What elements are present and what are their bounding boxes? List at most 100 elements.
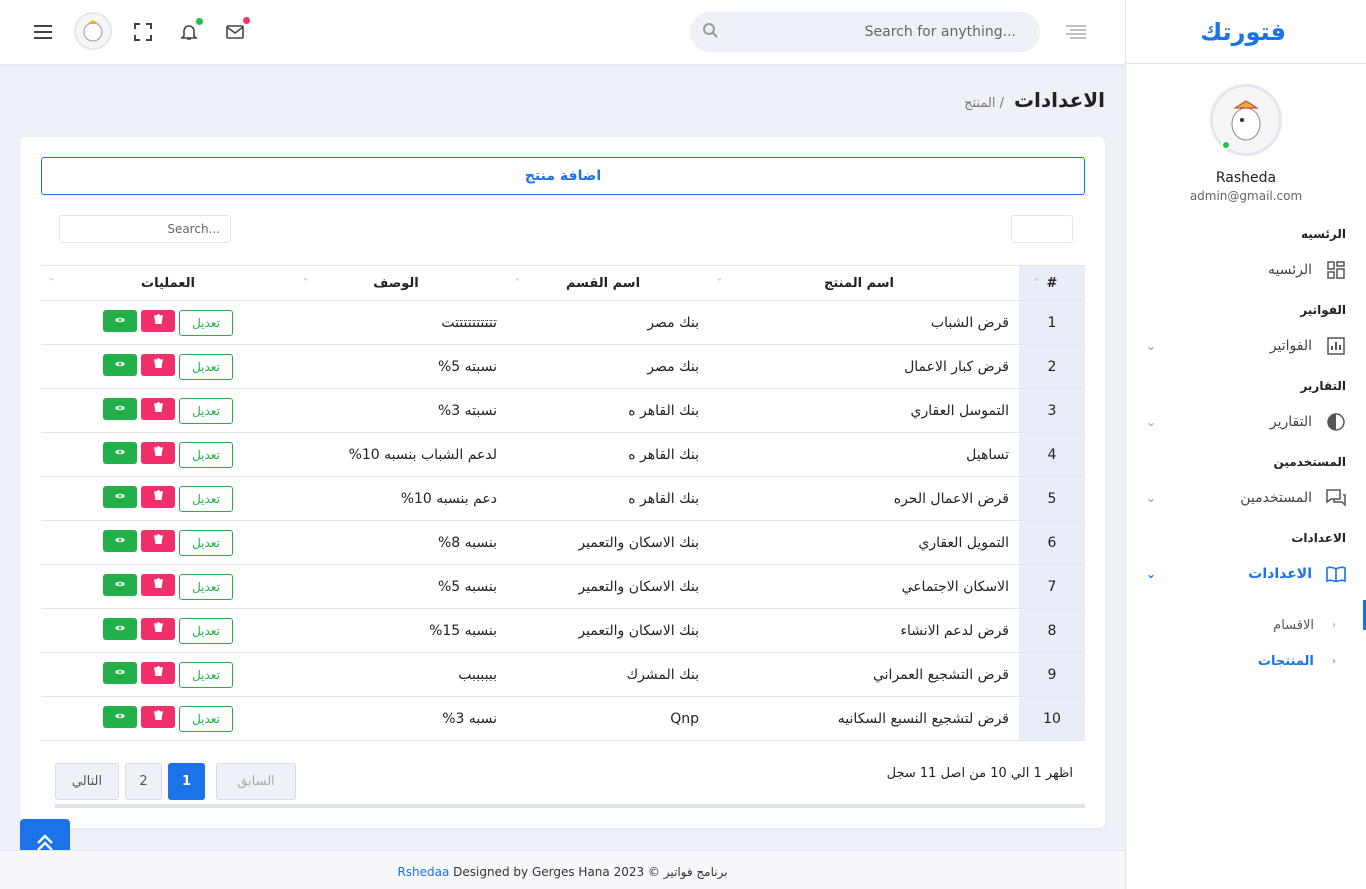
operations-cell: تعديل xyxy=(41,388,295,433)
delete-button[interactable] xyxy=(141,617,175,640)
edit-button[interactable]: تعديل xyxy=(179,353,233,380)
description-cell: بنسبه 5% xyxy=(295,564,507,609)
edit-button[interactable]: تعديل xyxy=(179,573,233,600)
table-row: 8 قرض لدعم الانشاء بنك الاسكان والتعمير بنس… xyxy=(41,608,1085,653)
profile-avatar[interactable] xyxy=(1210,84,1282,156)
trash-icon xyxy=(153,314,163,327)
row-actions: تعديل xyxy=(103,353,233,380)
view-button[interactable] xyxy=(103,661,137,684)
brand[interactable]: فتورتك xyxy=(1126,0,1366,64)
description-cell: نسبته 3% xyxy=(295,388,507,433)
table-row: 4 تساهيل بنك القاهر ه لدعم الشباب بنسبه 10%… xyxy=(41,432,1085,477)
fullscreen-icon[interactable] xyxy=(131,20,155,44)
edit-button[interactable]: تعديل xyxy=(179,309,233,336)
view-button[interactable] xyxy=(103,485,137,508)
menu-icon[interactable] xyxy=(31,20,55,44)
products-table: # ˄ اسم المنتج ˅ اسم القسم ˅ الوصف ˅ العمليا… xyxy=(41,265,1085,741)
bell-icon[interactable] xyxy=(177,18,203,44)
sidebar-item-invoices[interactable]: الفواتير ⌄ xyxy=(1146,329,1346,363)
delete-button[interactable] xyxy=(141,705,175,728)
next-page-button[interactable]: التالي xyxy=(55,763,119,800)
delete-button[interactable] xyxy=(141,485,175,508)
delete-button[interactable] xyxy=(141,309,175,332)
delete-button[interactable] xyxy=(141,397,175,420)
description-cell: دعم بنسبه 10% xyxy=(295,476,507,521)
sidebar-subitem-products[interactable]: ‹ المنتجات xyxy=(1146,643,1346,679)
mail-icon[interactable] xyxy=(223,17,250,44)
view-button[interactable] xyxy=(103,441,137,464)
column-header-description[interactable]: الوصف ˅ xyxy=(295,265,507,301)
row-actions: تعديل xyxy=(103,485,233,512)
sidebar-item-home[interactable]: الرئسيه xyxy=(1146,253,1346,287)
delete-button[interactable] xyxy=(141,661,175,684)
footer-brand-link[interactable]: Rshedaa xyxy=(397,865,449,879)
sidebar-item-label: المستخدمين xyxy=(1240,490,1312,506)
bar-chart-icon xyxy=(1326,336,1346,356)
delete-button[interactable] xyxy=(141,573,175,596)
prev-page-button[interactable]: السابق xyxy=(216,763,296,800)
trash-icon xyxy=(153,666,163,679)
delete-button[interactable] xyxy=(141,529,175,552)
column-header-name[interactable]: اسم المنتج ˅ xyxy=(709,265,1019,301)
view-button[interactable] xyxy=(103,705,137,728)
row-actions: تعديل xyxy=(103,661,233,688)
description-cell: بنسبه 8% xyxy=(295,520,507,565)
column-header-number[interactable]: # ˄ xyxy=(1019,265,1085,301)
edit-button[interactable]: تعديل xyxy=(179,617,233,644)
column-header-category[interactable]: اسم القسم ˅ xyxy=(507,265,709,301)
sidebar-subitem-categories[interactable]: ‹ الاقسام xyxy=(1146,607,1346,643)
nav-head-reports: التقارير xyxy=(1300,379,1346,393)
product-name-cell: قرض التشجيع العمراني xyxy=(709,652,1019,697)
sidebar-item-settings[interactable]: الاعدادات ⌄ xyxy=(1146,557,1346,591)
horizontal-scrollbar[interactable] xyxy=(55,804,1085,808)
search-input[interactable] xyxy=(718,24,1016,40)
sort-up-icon: ˄ xyxy=(1034,278,1039,289)
row-number: 4 xyxy=(1019,432,1085,477)
sidebar-item-reports[interactable]: التقارير ⌄ xyxy=(1146,405,1346,439)
column-label: العمليات xyxy=(141,275,195,291)
edit-button[interactable]: تعديل xyxy=(179,441,233,468)
table-row: 7 الاسكان الاجتماعي بنك الاسكان والتعمير بن… xyxy=(41,564,1085,609)
category-name-cell: بنك الاسكان والتعمير xyxy=(507,520,709,565)
table-search-input[interactable] xyxy=(59,215,231,243)
trash-icon xyxy=(153,490,163,503)
align-icon[interactable] xyxy=(1064,20,1088,44)
page-1-button[interactable]: 1 xyxy=(168,763,205,800)
view-button[interactable] xyxy=(103,617,137,640)
search-icon xyxy=(702,22,718,42)
pie-chart-icon xyxy=(1326,412,1346,432)
eye-icon xyxy=(114,447,126,459)
chevron-down-icon: ⌄ xyxy=(1146,339,1157,353)
edit-button[interactable]: تعديل xyxy=(179,529,233,556)
dashboard-icon xyxy=(1326,260,1346,280)
add-product-button[interactable]: اضافة منتج xyxy=(41,157,1085,195)
view-button[interactable] xyxy=(103,353,137,376)
sidebar-item-users[interactable]: المستخدمين ⌄ xyxy=(1146,481,1346,515)
chat-icon xyxy=(1326,488,1346,508)
chevron-right-icon: ‹ xyxy=(1331,655,1336,667)
delete-button[interactable] xyxy=(141,441,175,464)
delete-button[interactable] xyxy=(141,353,175,376)
view-button[interactable] xyxy=(103,397,137,420)
chevron-down-icon: ⌄ xyxy=(1146,567,1157,581)
user-avatar[interactable] xyxy=(74,12,112,50)
column-header-operations[interactable]: العمليات ˅ xyxy=(41,265,295,301)
view-button[interactable] xyxy=(103,573,137,596)
edit-button[interactable]: تعديل xyxy=(179,485,233,512)
breadcrumb-sub[interactable]: / المنتج xyxy=(964,96,1004,111)
edit-button[interactable]: تعديل xyxy=(179,705,233,732)
row-actions: تعديل xyxy=(103,309,233,336)
view-button[interactable] xyxy=(103,309,137,332)
global-search xyxy=(690,12,1040,52)
page-title: الاعدادات xyxy=(1013,88,1105,112)
edit-button[interactable]: تعديل xyxy=(179,397,233,424)
page-length-select[interactable] xyxy=(1011,215,1073,243)
trash-icon xyxy=(153,358,163,371)
category-name-cell: بنك القاهر ه xyxy=(507,388,709,433)
sidebar-nav: الرئسيه الرئسيه الفواتير الفواتير ⌄ التق… xyxy=(1126,203,1366,679)
trash-icon xyxy=(153,402,163,415)
edit-button[interactable]: تعديل xyxy=(179,661,233,688)
table-row: 3 التموسل العقاري بنك القاهر ه نسبته 3% تعدي… xyxy=(41,388,1085,433)
page-2-button[interactable]: 2 xyxy=(125,763,162,800)
view-button[interactable] xyxy=(103,529,137,552)
